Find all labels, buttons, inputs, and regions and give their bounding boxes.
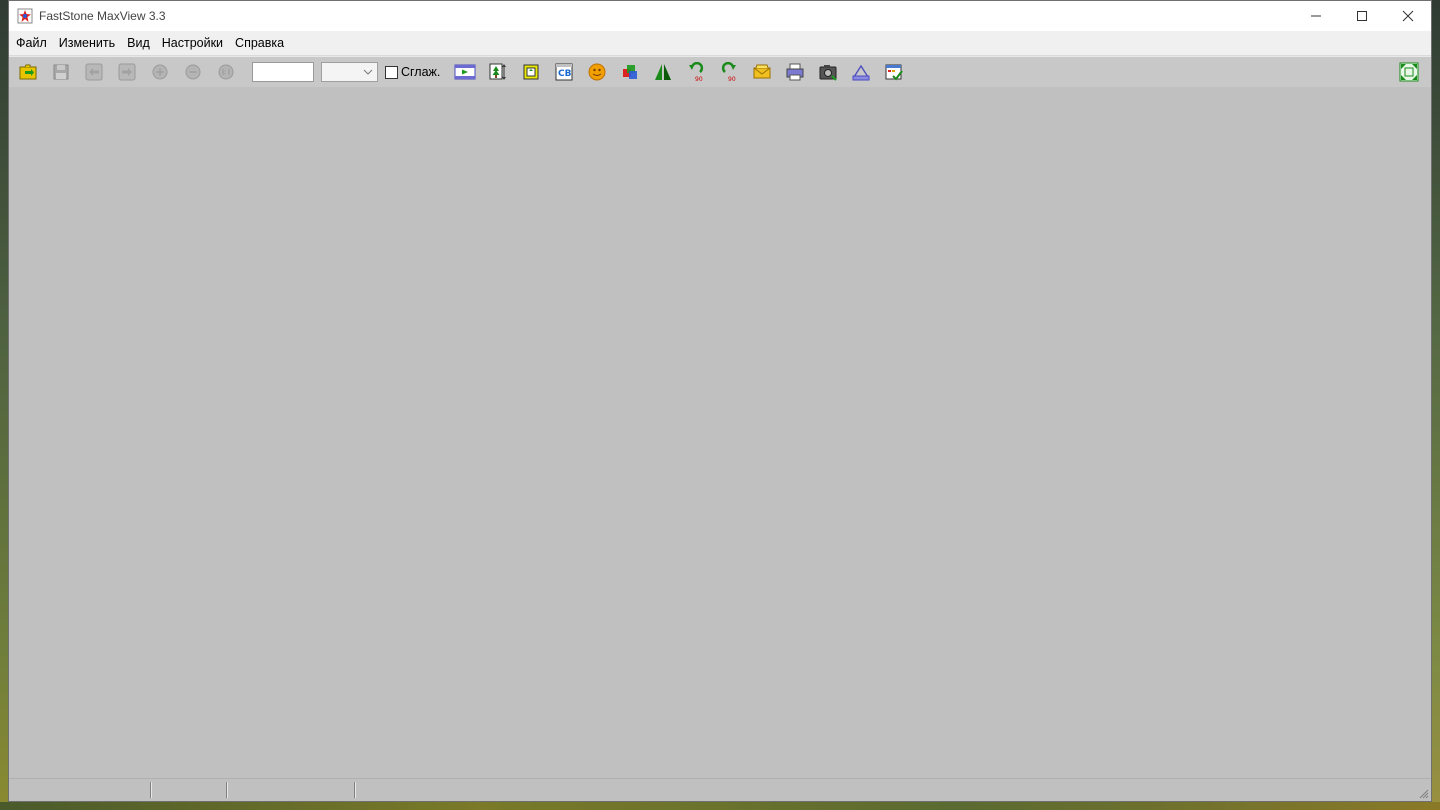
slideshow-icon	[454, 64, 476, 80]
color-adjust-icon: CB	[555, 63, 573, 81]
scanner-icon	[852, 64, 870, 81]
settings-button[interactable]	[879, 59, 909, 85]
desktop-background-left	[0, 0, 8, 810]
menu-edit[interactable]: Изменить	[54, 36, 120, 50]
desktop-background-bottom	[0, 802, 1440, 810]
color-balance-icon	[623, 65, 638, 79]
status-panel-3	[227, 782, 355, 798]
save-button[interactable]	[46, 59, 76, 85]
menu-help[interactable]: Справка	[230, 36, 289, 50]
flip-button[interactable]	[648, 59, 678, 85]
window-controls	[1293, 1, 1431, 31]
desktop-background-right	[1432, 0, 1440, 810]
resize-grip-icon[interactable]	[1417, 787, 1429, 799]
next-button[interactable]	[112, 59, 142, 85]
fullscreen-button[interactable]	[1394, 59, 1424, 85]
smooth-checkbox-label: Сглаж.	[401, 65, 441, 79]
open-folder-icon	[19, 64, 37, 80]
status-panel-1	[9, 782, 151, 798]
rotate-right-button[interactable]: 90	[714, 59, 744, 85]
maximize-icon	[1357, 11, 1367, 21]
toolbar: Сглаж. CB 90 90	[9, 56, 1431, 88]
menu-file[interactable]: Файл	[11, 36, 52, 50]
zoom-out-button[interactable]	[178, 59, 208, 85]
scanner-button[interactable]	[846, 59, 876, 85]
print-button[interactable]	[780, 59, 810, 85]
zoom-out-icon	[185, 64, 201, 80]
zoom-in-icon	[152, 64, 168, 80]
rotate-right-icon: 90	[722, 62, 737, 82]
close-icon	[1402, 10, 1414, 22]
effects-icon	[588, 63, 606, 81]
close-button[interactable]	[1385, 1, 1431, 31]
menu-bar: Файл Изменить Вид Настройки Справка	[9, 31, 1431, 56]
app-window: FastStone MaxView 3.3 Файл Изменить Вид …	[8, 0, 1432, 802]
previous-icon	[85, 63, 103, 81]
image-viewport[interactable]	[9, 87, 1431, 779]
fullscreen-icon	[1399, 62, 1419, 82]
maximize-button[interactable]	[1339, 1, 1385, 31]
actual-size-icon	[218, 64, 234, 80]
next-icon	[118, 63, 136, 81]
app-icon[interactable]	[17, 8, 33, 24]
email-icon	[753, 64, 771, 79]
color-adjust-button[interactable]: CB	[549, 59, 579, 85]
svg-text:90: 90	[695, 76, 703, 82]
print-icon	[786, 63, 804, 81]
zoom-in-button[interactable]	[145, 59, 175, 85]
crop-icon	[523, 64, 539, 80]
window-title: FastStone MaxView 3.3	[39, 9, 166, 23]
settings-icon	[885, 64, 904, 81]
resize-icon	[489, 63, 507, 80]
svg-text:90: 90	[728, 76, 736, 82]
resize-button[interactable]	[483, 59, 513, 85]
previous-button[interactable]	[79, 59, 109, 85]
open-button[interactable]	[13, 59, 43, 85]
menu-view[interactable]: Вид	[122, 36, 155, 50]
email-button[interactable]	[747, 59, 777, 85]
chevron-down-icon	[363, 69, 373, 75]
rotate-left-button[interactable]: 90	[681, 59, 711, 85]
slideshow-button[interactable]	[450, 59, 480, 85]
status-bar	[9, 778, 1431, 801]
zoom-level-select[interactable]	[321, 62, 378, 82]
title-bar[interactable]: FastStone MaxView 3.3	[9, 1, 1431, 31]
screen-capture-button[interactable]	[813, 59, 843, 85]
crop-button[interactable]	[516, 59, 546, 85]
status-panel-2	[151, 782, 227, 798]
actual-size-button[interactable]	[211, 59, 241, 85]
color-balance-button[interactable]	[615, 59, 645, 85]
flip-icon	[655, 64, 672, 80]
svg-text:CB: CB	[558, 69, 572, 79]
save-icon	[53, 64, 69, 80]
smooth-checkbox[interactable]: Сглаж.	[385, 65, 440, 79]
minimize-button[interactable]	[1293, 1, 1339, 31]
menu-settings[interactable]: Настройки	[157, 36, 228, 50]
screen-capture-icon	[819, 65, 838, 81]
zoom-percent-input[interactable]	[252, 62, 314, 82]
minimize-icon	[1311, 15, 1321, 17]
effects-button[interactable]	[582, 59, 612, 85]
rotate-left-icon: 90	[689, 62, 704, 82]
smooth-checkbox-box[interactable]	[385, 65, 398, 79]
